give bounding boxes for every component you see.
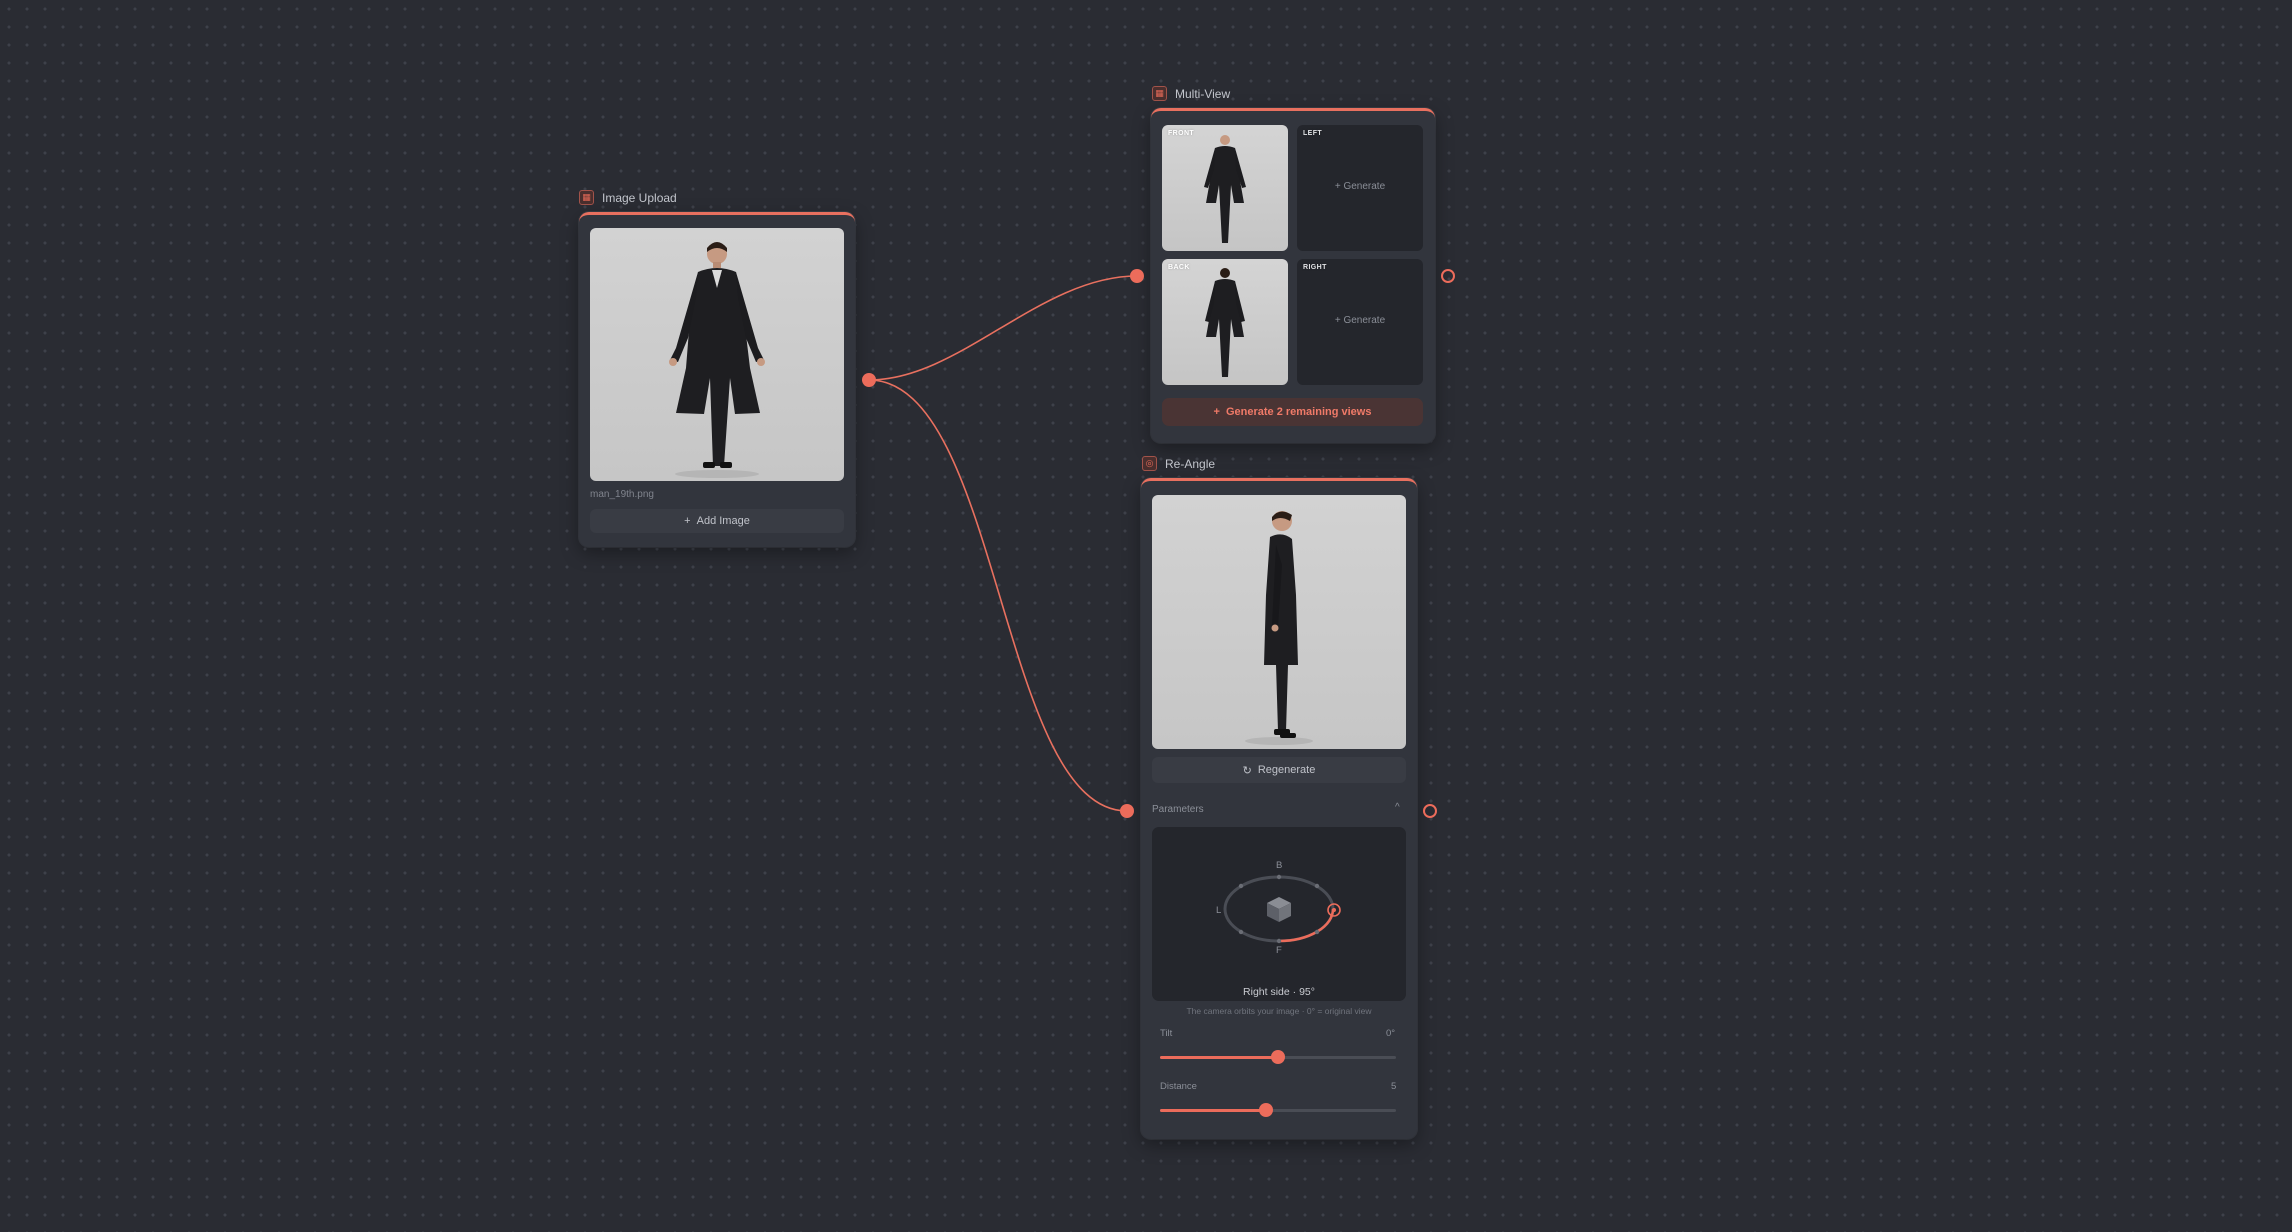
re-angle-header: ◎ Re-Angle xyxy=(1142,456,1215,471)
re-angle-image xyxy=(1152,495,1406,749)
re-angle-title: Re-Angle xyxy=(1165,456,1216,471)
generate-remaining-label: Generate 2 remaining views xyxy=(1225,406,1372,418)
image-upload-title: Image Upload xyxy=(602,190,677,205)
image-upload-header: ▦ Image Upload xyxy=(579,190,677,205)
view-right[interactable]: RIGHT + Generate xyxy=(1297,259,1423,385)
add-image-label: Add Image xyxy=(696,515,750,527)
plus-icon: + xyxy=(1213,406,1220,418)
image-icon: ▦ xyxy=(579,190,594,205)
view-left-label: LEFT xyxy=(1303,130,1323,137)
regenerate-label: Regenerate xyxy=(1257,764,1316,776)
man-front-figure xyxy=(669,242,765,478)
orbit-marker-left: L xyxy=(1216,905,1222,916)
image-filename: man_19th.png xyxy=(590,489,654,500)
node-canvas[interactable]: ▦ Image Upload man_19th.png + Add Image … xyxy=(0,0,2292,1232)
orbit-angle-label: Right side · 95° xyxy=(1243,986,1315,998)
generate-right-label: Generate xyxy=(1343,315,1386,326)
tilt-slider-fill xyxy=(1160,1056,1278,1059)
generate-left-label: Generate xyxy=(1343,181,1386,192)
refresh-icon: ↻ xyxy=(1242,764,1252,777)
wire-upload-to-reangle xyxy=(868,379,1128,812)
orbit-marker-back: B xyxy=(1276,860,1283,871)
cube-icon xyxy=(1267,897,1291,922)
orbit-ring[interactable] xyxy=(1152,827,1406,1001)
re-angle-node[interactable]: ↻ Regenerate Parameters ^ B L F Right si… xyxy=(1141,478,1417,1139)
view-front-label: FRONT xyxy=(1168,130,1195,137)
view-back[interactable]: BACK xyxy=(1162,259,1288,385)
uploaded-image xyxy=(590,228,844,481)
plus-icon: + xyxy=(684,515,691,527)
camera-icon: ◎ xyxy=(1142,456,1157,471)
re-angle-input-port[interactable] xyxy=(1120,804,1134,818)
man-back-thumbnail xyxy=(1205,268,1245,377)
view-back-label: BACK xyxy=(1168,264,1190,271)
generate-remaining-views-button[interactable]: + Generate 2 remaining views xyxy=(1162,398,1423,426)
orbit-marker-front: F xyxy=(1276,945,1282,956)
multi-view-title: Multi-View xyxy=(1175,86,1231,101)
orbit-hint: The camera orbits your image · 0° = orig… xyxy=(1186,1006,1372,1016)
tilt-slider-handle[interactable] xyxy=(1271,1050,1285,1064)
wire-upload-to-multiview xyxy=(868,275,1138,381)
view-left[interactable]: LEFT + Generate xyxy=(1297,125,1423,251)
distance-label: Distance xyxy=(1160,1081,1197,1092)
multi-view-node[interactable]: FRONT LEFT + Generate BACK RIGHT + Gener… xyxy=(1151,108,1435,443)
regenerate-button[interactable]: ↻ Regenerate xyxy=(1152,757,1406,783)
re-angle-output-port[interactable] xyxy=(1423,804,1437,818)
multi-view-input-port[interactable] xyxy=(1130,269,1144,283)
tilt-label: Tilt xyxy=(1160,1028,1173,1039)
generate-right-button[interactable]: + Generate xyxy=(1297,315,1423,326)
chevron-up-icon[interactable]: ^ xyxy=(1395,802,1400,813)
view-right-label: RIGHT xyxy=(1303,264,1327,271)
multi-view-header: ▦ Multi-View xyxy=(1152,86,1230,101)
distance-slider-handle[interactable] xyxy=(1259,1103,1273,1117)
orbit-control[interactable]: B L F Right side · 95° xyxy=(1152,827,1406,1001)
man-side-figure xyxy=(1245,511,1313,745)
view-front[interactable]: FRONT xyxy=(1162,125,1288,251)
parameters-label: Parameters xyxy=(1152,804,1204,815)
tilt-value: 0° xyxy=(1386,1028,1396,1039)
multi-view-output-port[interactable] xyxy=(1441,269,1455,283)
grid-icon: ▦ xyxy=(1152,86,1167,101)
image-upload-output-port[interactable] xyxy=(862,373,876,387)
distance-value: 5 xyxy=(1391,1081,1397,1092)
add-image-button[interactable]: + Add Image xyxy=(590,509,844,533)
generate-left-button[interactable]: + Generate xyxy=(1297,181,1423,192)
distance-slider-fill xyxy=(1160,1109,1266,1112)
man-front-thumbnail xyxy=(1204,135,1246,243)
image-upload-node[interactable]: man_19th.png + Add Image xyxy=(579,212,855,547)
